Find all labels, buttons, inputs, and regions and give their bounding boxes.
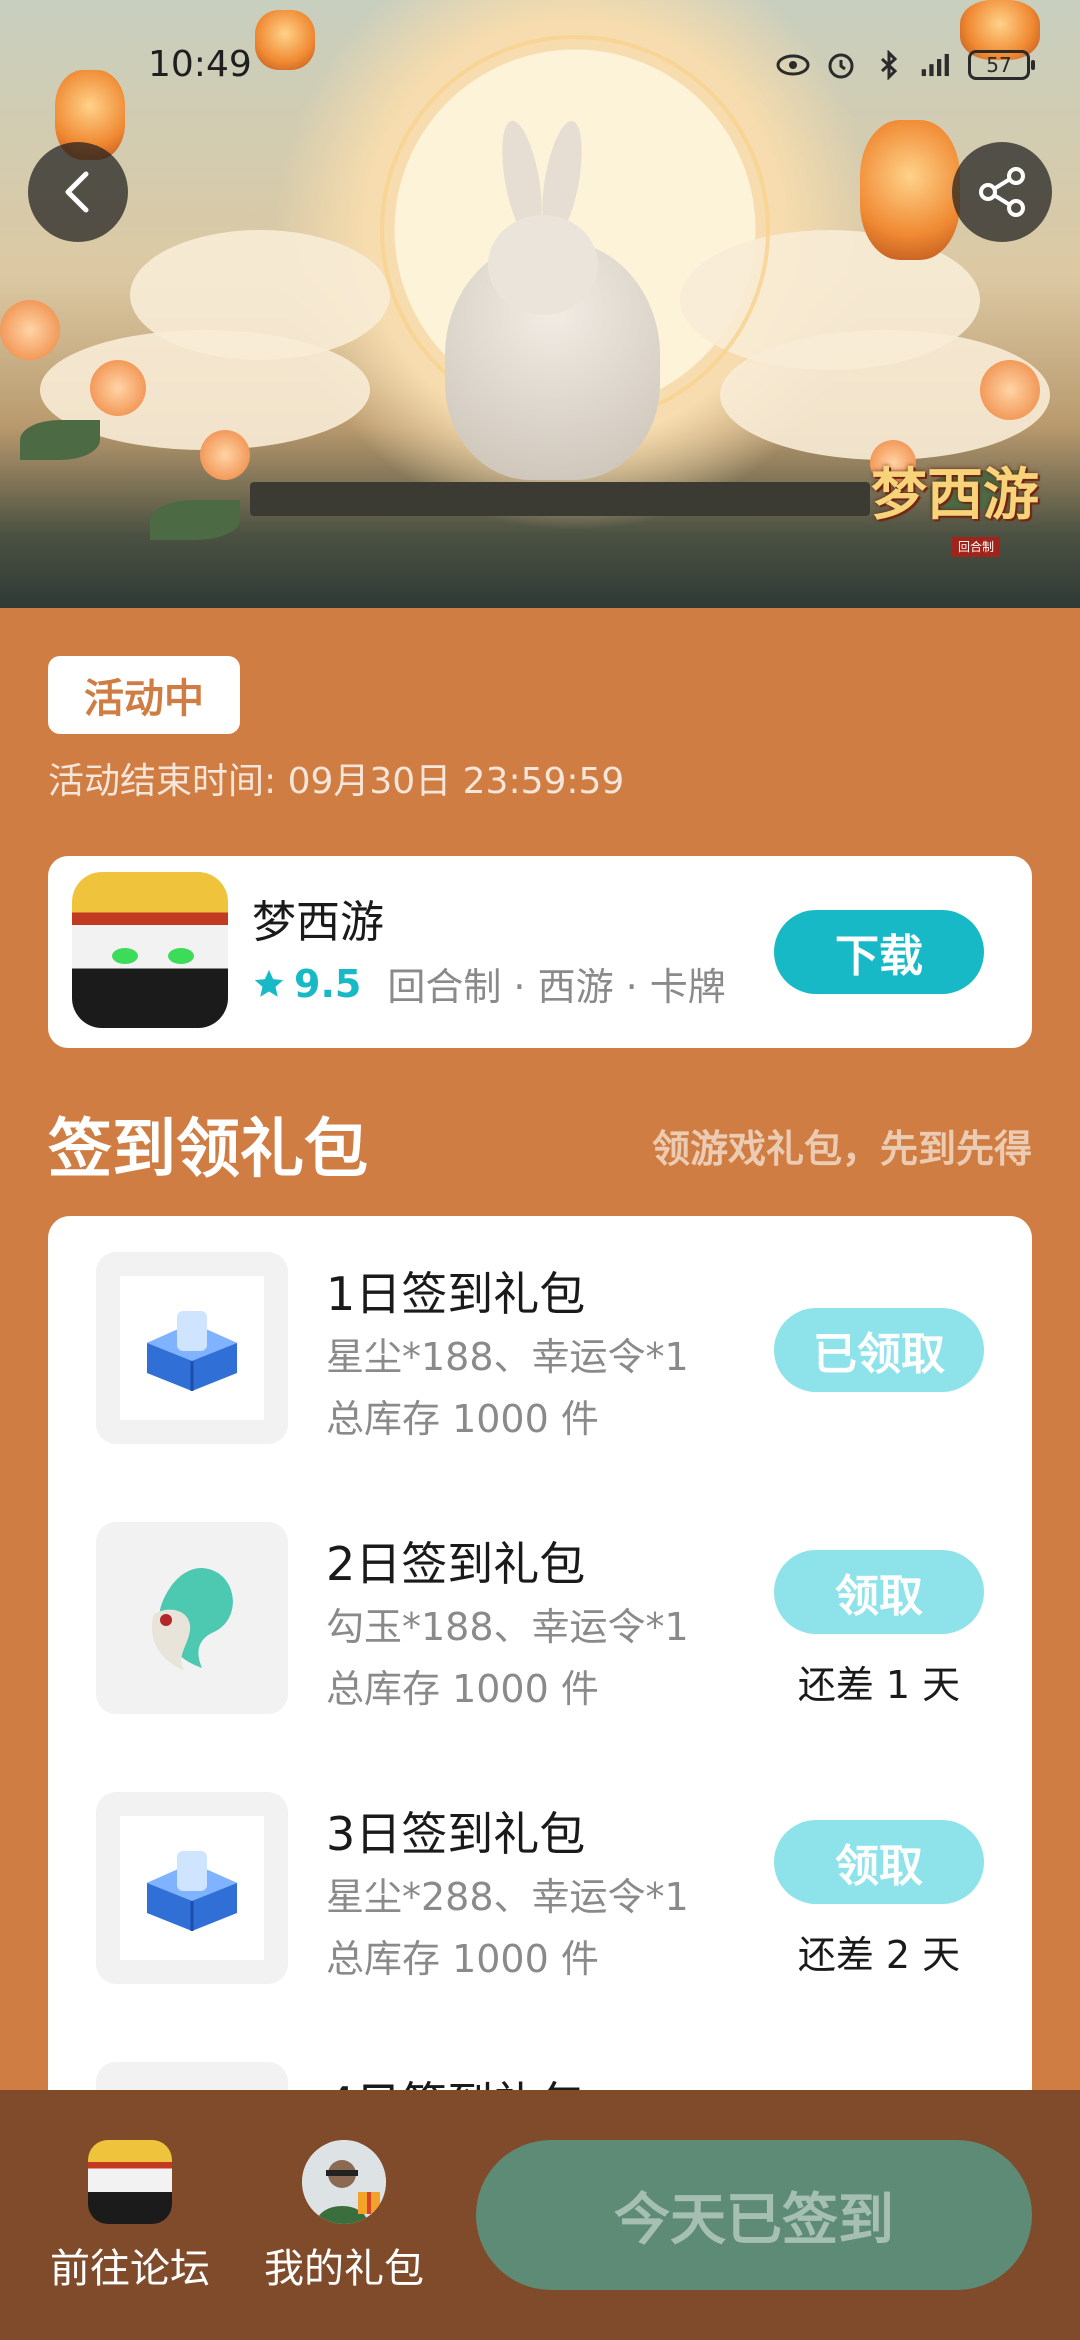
gift-item: 1日签到礼包 星尘*188、幸运令*1 总库存 1000 件 已领取 [48, 1216, 1032, 1444]
status-time: 10:49 [148, 44, 252, 85]
star-icon [254, 969, 284, 997]
section-hint: 领游戏礼包，先到先得 [651, 1127, 1032, 1171]
lantern [860, 120, 960, 260]
activity-status-badge: 活动中 [48, 656, 240, 734]
panda-eye [168, 948, 194, 964]
game-logo: 梦西游 回合制 [870, 455, 1040, 557]
flower [90, 360, 146, 416]
checked-in-button[interactable]: 今天已签到 [476, 2140, 1032, 2290]
game-rating: 9.5 回合制 · 西游 · 卡牌 [252, 956, 726, 1011]
gift-thumbnail [96, 1792, 288, 1984]
blue-chest-icon [147, 1311, 237, 1391]
game-forum-icon [88, 2140, 172, 2224]
status-icons: 57 [776, 50, 1035, 80]
game-logo-text: 梦西游 [871, 462, 1039, 528]
gift-stock: 总库存 1000 件 [326, 1397, 599, 1441]
share-icon [979, 167, 1025, 217]
eye-icon [776, 50, 810, 80]
share-button[interactable] [952, 142, 1052, 242]
flower [200, 430, 250, 480]
forum-label: 前往论坛 [50, 2246, 210, 2292]
gift-title: 3日签到礼包 [326, 1807, 586, 1861]
gift-thumbnail [96, 1252, 288, 1444]
blue-chest-icon [147, 1851, 237, 1931]
gift-thumbnail [96, 1522, 288, 1714]
gift-title: 2日签到礼包 [326, 1537, 586, 1591]
gift-description: 星尘*288、幸运令*1 [326, 1875, 689, 1919]
leaf [150, 500, 240, 540]
alarm-icon [824, 50, 858, 80]
rabbit-head [488, 215, 598, 315]
leaf [20, 420, 100, 460]
game-app-icon [72, 872, 228, 1028]
game-rating-score: 9.5 [294, 961, 362, 1006]
days-remaining: 还差 2 天 [797, 1933, 961, 1977]
avatar [302, 2140, 386, 2224]
battery-indicator: 57 [968, 50, 1035, 80]
back-button[interactable] [28, 142, 128, 242]
flower [980, 360, 1040, 420]
claim-button[interactable]: 领取 [774, 1550, 984, 1634]
gift-stock: 总库存 1000 件 [326, 1937, 599, 1981]
game-card[interactable]: 梦西游 9.5 回合制 · 西游 · 卡牌 下载 [48, 856, 1032, 1048]
gift-list: 1日签到礼包 星尘*188、幸运令*1 总库存 1000 件 已领取 2日签到礼… [48, 1216, 1032, 2116]
game-logo-subtitle: 回合制 [951, 537, 1000, 557]
status-bar: 10:49 57 [0, 0, 1080, 130]
gift-item: 2日签到礼包 勾玉*188、幸运令*1 总库存 1000 件 领取 还差 1 天 [48, 1486, 1032, 1714]
chevron-left-icon [65, 171, 89, 213]
days-remaining: 还差 1 天 [797, 1663, 961, 1707]
claim-button[interactable]: 领取 [774, 1820, 984, 1904]
my-gifts-label: 我的礼包 [264, 2246, 424, 2292]
user-avatar-icon [302, 2140, 386, 2224]
game-name: 梦西游 [252, 897, 384, 948]
game-tags: 回合制 · 西游 · 卡牌 [387, 965, 726, 1009]
activity-end-time: 活动结束时间: 09月30日 23:59:59 [48, 761, 625, 802]
download-button[interactable]: 下载 [774, 910, 984, 994]
my-gifts-button[interactable]: 我的礼包 [254, 2140, 434, 2294]
bluetooth-icon [872, 50, 906, 80]
gift-item: 3日签到礼包 星尘*288、幸运令*1 总库存 1000 件 领取 还差 2 天 [48, 1756, 1032, 1984]
gift-stock: 总库存 1000 件 [326, 1667, 599, 1711]
jade-magatama-icon [151, 1568, 233, 1670]
gift-description: 星尘*188、幸运令*1 [326, 1335, 689, 1379]
panda-eye [112, 948, 138, 964]
bottom-bar: 前往论坛 我的礼包 今天已签到 [0, 2090, 1080, 2340]
section-title: 签到领礼包 [48, 1113, 368, 1187]
gift-description: 勾玉*188、幸运令*1 [326, 1605, 689, 1649]
flower [0, 300, 60, 360]
forum-button[interactable]: 前往论坛 [40, 2140, 220, 2294]
table [250, 482, 870, 516]
signal-icon [920, 50, 954, 80]
claimed-button[interactable]: 已领取 [774, 1308, 984, 1392]
gift-title: 1日签到礼包 [326, 1267, 586, 1321]
